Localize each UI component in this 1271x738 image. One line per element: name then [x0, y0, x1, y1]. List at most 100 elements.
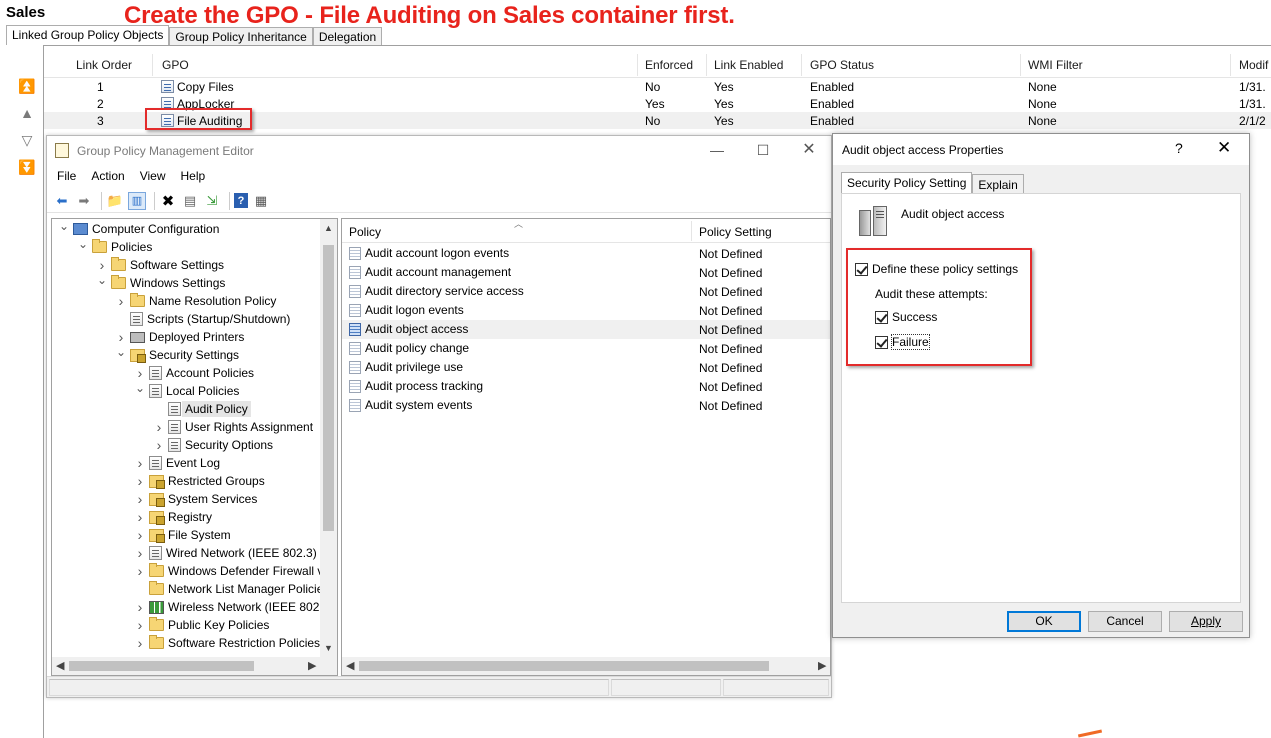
move-down-icon[interactable]: ▽ [16, 132, 38, 159]
col-link-enabled[interactable]: Link Enabled [714, 58, 783, 72]
collapse-icon[interactable]: ⌄ [59, 219, 69, 233]
col-link-order[interactable]: Link Order [76, 58, 132, 72]
collapse-icon[interactable]: ⌄ [78, 237, 88, 251]
scroll-right-icon[interactable]: ▶ [818, 659, 826, 672]
scroll-up-icon[interactable]: ▲ [320, 223, 337, 233]
col-enforced[interactable]: Enforced [645, 58, 693, 72]
gpo-row[interactable]: 1 Copy Files No Yes Enabled None 1/31. [44, 78, 1271, 95]
tree-item[interactable]: › Software Settings [97, 256, 224, 274]
policy-row[interactable]: Audit process tracking Not Defined [342, 377, 830, 396]
delete-icon[interactable]: ✖ [159, 192, 177, 210]
scrollbar-thumb[interactable] [359, 661, 769, 671]
tree-item[interactable]: › Security Options [154, 436, 273, 454]
help-icon[interactable]: ? [1175, 140, 1183, 156]
policy-row[interactable]: Audit account logon events Not Defined [342, 244, 830, 263]
properties-icon[interactable]: ▤ [181, 192, 199, 210]
minimize-icon[interactable]: — [702, 140, 732, 160]
scrollbar-thumb[interactable] [323, 245, 334, 531]
menu-action[interactable]: Action [91, 167, 124, 187]
expand-icon[interactable]: › [116, 329, 126, 345]
ok-button[interactable]: OK [1007, 611, 1081, 632]
dialog-titlebar[interactable]: Audit object access Properties ? ✕ [833, 134, 1249, 165]
expand-icon[interactable]: › [97, 257, 107, 273]
tree-item[interactable]: › User Rights Assignment [154, 418, 313, 436]
back-icon[interactable]: ⬅ [53, 192, 71, 210]
menu-view[interactable]: View [140, 167, 166, 187]
tree-vertical-scrollbar[interactable]: ▲ ▼ [320, 219, 337, 658]
expand-icon[interactable]: › [135, 545, 145, 561]
tab-linked-gpos[interactable]: Linked Group Policy Objects [6, 25, 170, 45]
tree-item[interactable]: Scripts (Startup/Shutdown) [116, 310, 290, 328]
expand-icon[interactable]: › [135, 617, 145, 633]
col-policy[interactable]: Policy [349, 225, 381, 239]
tab-delegation[interactable]: Delegation [312, 27, 383, 45]
expand-icon[interactable]: › [154, 419, 164, 435]
policy-row[interactable]: Audit object access Not Defined [342, 320, 830, 339]
tree-item[interactable]: › File System [135, 526, 231, 544]
expand-icon[interactable]: › [135, 509, 145, 525]
apply-button[interactable]: Apply [1169, 611, 1243, 632]
move-top-icon[interactable]: ⏫ [16, 78, 38, 105]
tab-gp-inheritance[interactable]: Group Policy Inheritance [169, 27, 313, 45]
tree-item[interactable]: › Windows Defender Firewall v [135, 562, 323, 580]
scroll-left-icon[interactable]: ◀ [56, 659, 64, 672]
tree-item[interactable]: › Restricted Groups [135, 472, 265, 490]
cancel-button[interactable]: Cancel [1088, 611, 1162, 632]
tree-item[interactable]: ⌄ Local Policies [135, 381, 239, 400]
tree-item[interactable]: › Event Log [135, 454, 220, 472]
tree-item[interactable]: Audit Policy [154, 400, 251, 418]
collapse-icon[interactable]: ⌄ [116, 345, 126, 359]
scrollbar-thumb[interactable] [69, 661, 254, 671]
col-gpo[interactable]: GPO [162, 58, 189, 72]
expand-icon[interactable]: › [154, 437, 164, 453]
close-icon[interactable]: ✕ [1217, 138, 1231, 158]
move-up-icon[interactable]: ▲ [16, 105, 38, 132]
tree-item[interactable]: ⌄ Security Settings [116, 345, 239, 364]
tree-item[interactable]: ⌄ Windows Settings [97, 273, 225, 292]
tree-item[interactable]: › Public Key Policies [135, 616, 269, 634]
collapse-icon[interactable]: ⌄ [97, 273, 107, 287]
close-icon[interactable]: ✕ [794, 140, 824, 160]
expand-icon[interactable]: › [135, 491, 145, 507]
col-policy-setting[interactable]: Policy Setting [699, 225, 772, 239]
policy-row[interactable]: Audit directory service access Not Define… [342, 282, 830, 301]
help-icon[interactable]: ? [234, 193, 248, 208]
tree-horizontal-scrollbar[interactable]: ◀ ▶ [52, 657, 337, 675]
show-tree-icon[interactable]: ▥ [128, 191, 146, 210]
scroll-left-icon[interactable]: ◀ [346, 659, 354, 672]
policy-row[interactable]: Audit policy change Not Defined [342, 339, 830, 358]
tree-item[interactable]: › Deployed Printers [116, 328, 245, 346]
tree-item[interactable]: › System Services [135, 490, 258, 508]
up-folder-icon[interactable]: 📁 [106, 192, 124, 210]
forward-icon[interactable]: ➡ [75, 192, 93, 210]
menu-help[interactable]: Help [181, 167, 206, 187]
scroll-down-icon[interactable]: ▼ [320, 643, 337, 653]
expand-icon[interactable]: › [135, 635, 145, 651]
col-wmi-filter[interactable]: WMI Filter [1028, 58, 1083, 72]
move-bottom-icon[interactable]: ⏬ [16, 159, 38, 186]
policy-row[interactable]: Audit privilege use Not Defined [342, 358, 830, 377]
export-list-icon[interactable]: ⇲ [203, 192, 221, 210]
show-hide-action-pane-icon[interactable]: ▦ [252, 192, 270, 210]
tree-item[interactable]: › Registry [135, 508, 212, 526]
collapse-icon[interactable]: ⌄ [135, 381, 145, 395]
col-modified[interactable]: Modif [1239, 58, 1268, 72]
tree-item[interactable]: Network List Manager Policie [135, 580, 323, 598]
list-horizontal-scrollbar[interactable]: ◀ ▶ [342, 657, 830, 675]
tree-item[interactable]: › Name Resolution Policy [116, 292, 276, 310]
expand-icon[interactable]: › [116, 293, 126, 309]
col-gpo-status[interactable]: GPO Status [810, 58, 874, 72]
tab-security-policy-setting[interactable]: Security Policy Setting [841, 172, 973, 194]
tree-item[interactable]: › Wireless Network (IEEE 802.1 [135, 598, 330, 616]
expand-icon[interactable]: › [135, 473, 145, 489]
policy-row[interactable]: Audit system events Not Defined [342, 396, 830, 415]
expand-icon[interactable]: › [135, 599, 145, 615]
maximize-icon[interactable]: ☐ [748, 140, 778, 160]
tab-explain[interactable]: Explain [972, 174, 1024, 194]
policy-row[interactable]: Audit logon events Not Defined [342, 301, 830, 320]
tree-item[interactable]: › Wired Network (IEEE 802.3) P [135, 544, 328, 562]
tree-item[interactable]: › Software Restriction Policies [135, 634, 320, 652]
tree-item[interactable]: ⌄ Policies [78, 237, 152, 256]
scroll-right-icon[interactable]: ▶ [308, 659, 316, 672]
expand-icon[interactable]: › [135, 527, 145, 543]
